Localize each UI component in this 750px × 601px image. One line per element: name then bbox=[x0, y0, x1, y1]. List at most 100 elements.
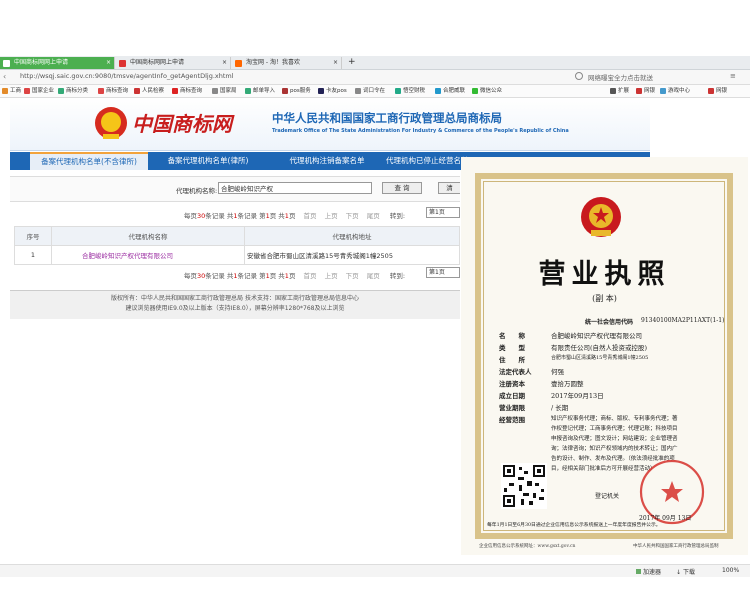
gsxt-url: 企业信用信息公示系统网址：www.gsxt.gov.cn bbox=[479, 544, 576, 549]
bookmark-item[interactable]: pos服务 bbox=[282, 86, 311, 94]
header-name: 代理机构名称 bbox=[51, 226, 245, 246]
field-label: 法定代表人 bbox=[499, 368, 532, 376]
back-icon[interactable]: ‹ bbox=[3, 72, 12, 81]
header-no: 序号 bbox=[14, 226, 52, 246]
pager-bottom: 每页30条记录 共1条记录 第1页 共1页 首页 上页 下页 尾页 转到: bbox=[184, 272, 406, 280]
bookmark-item[interactable]: 工商 bbox=[2, 86, 21, 94]
bookmark-item[interactable]: 合肥威联 bbox=[435, 86, 465, 94]
credit-code-label: 统一社会信用代码 bbox=[585, 319, 634, 326]
bookmark-item[interactable]: 词口令在 bbox=[355, 86, 385, 94]
bookmark-icon bbox=[318, 88, 324, 94]
browser-tab-active[interactable]: 中国商标网网上申请 × bbox=[0, 57, 115, 69]
url-input[interactable]: http://wsqj.saic.gov.cn:9080/tmsve/agent… bbox=[20, 72, 234, 80]
bank-item[interactable]: 网银 bbox=[636, 86, 655, 94]
bookmark-item[interactable]: 商标查询 bbox=[172, 86, 202, 94]
field-value: 有限责任公司(自然人投资或控股) bbox=[551, 344, 648, 352]
bank-item-2[interactable]: 网银 bbox=[708, 86, 727, 94]
next-page-link[interactable]: 下页 bbox=[346, 212, 359, 220]
annual-report-notice: 每年1月1日至6月30日通过企业信用信息公示系统报送上一年度年度报告并公示。 bbox=[487, 523, 661, 528]
bookmark-icon bbox=[435, 88, 441, 94]
query-button[interactable]: 查 询 bbox=[382, 182, 422, 194]
certificate-copy-label: (副 本) bbox=[592, 294, 617, 303]
address-bar: ‹ http://wsqj.saic.gov.cn:9080/tmsve/age… bbox=[0, 70, 750, 85]
field-label: 类 型 bbox=[499, 344, 525, 352]
tab-label: 淘宝网 - 淘！我喜欢 bbox=[246, 59, 300, 66]
bookmark-item[interactable]: 商标查询 bbox=[98, 86, 128, 94]
national-emblem-icon bbox=[581, 197, 621, 237]
results-table: 序号 代理机构名称 代理机构地址 1 合肥峻岭知识产权代理有限公司 安徽省合肥市… bbox=[14, 226, 460, 265]
page-footer: 版权所有：中华人民共和国国家工商行政管理总局 技术支持：国家工商行政管理总局信息… bbox=[10, 290, 460, 319]
accelerator-item[interactable]: 加速器 bbox=[636, 567, 661, 576]
bookmark-icon bbox=[172, 88, 178, 94]
bookmark-item[interactable]: 国家企业 bbox=[24, 86, 54, 94]
field-value: 知识产权事务代理；商标、版权、专利事务代理；著 bbox=[551, 416, 678, 422]
bookmark-item[interactable]: 微信公众 bbox=[472, 86, 502, 94]
tab-agents-cancelled[interactable]: 代理机构注销备案名单 bbox=[272, 152, 382, 170]
pager-top: 每页30条记录 共1条记录 第1页 共1页 首页 上页 下页 尾页 转到: bbox=[184, 212, 406, 220]
registration-authority: 登记机关 bbox=[595, 493, 620, 500]
bookmark-icon bbox=[134, 88, 140, 94]
extensions-item[interactable]: 扩展 bbox=[610, 86, 629, 94]
bookmark-item[interactable]: 人民检察 bbox=[134, 86, 164, 94]
bookmark-item[interactable]: 邮单导入 bbox=[245, 86, 275, 94]
first-page-link[interactable]: 首页 bbox=[304, 272, 317, 280]
bank-icon bbox=[636, 88, 642, 94]
menu-icon[interactable]: ≡ bbox=[730, 72, 736, 80]
site-banner: 中国商标网 中华人民共和国国家工商行政管理总局商标局 Trademark Off… bbox=[10, 98, 650, 151]
browser-tab[interactable]: 淘宝网 - 淘！我喜欢 × bbox=[232, 57, 342, 69]
table-row: 1 合肥峻岭知识产权代理有限公司 安徽省合肥市蜀山区清溪路15号青秀城阁1幢25… bbox=[14, 245, 460, 265]
zoom-level[interactable]: 100% bbox=[722, 567, 739, 574]
next-page-link[interactable]: 下页 bbox=[346, 272, 359, 280]
download-item[interactable]: ↓ 下载 bbox=[676, 567, 695, 576]
bookmark-item[interactable]: 商标分类 bbox=[58, 86, 88, 94]
close-tab-icon[interactable]: × bbox=[106, 57, 111, 69]
browser-tab-bar: 中国商标网网上申请 × 中国商标网网上申请 × 淘宝网 - 淘！我喜欢 × + bbox=[0, 56, 750, 70]
close-tab-icon[interactable]: × bbox=[222, 57, 227, 69]
field-value: 2017年09月13日 bbox=[551, 392, 604, 400]
field-value: 何强 bbox=[551, 368, 564, 376]
tab-agents-law[interactable]: 备案代理机构名单(律所) bbox=[158, 152, 258, 170]
agent-name-input[interactable]: 合肥峻岭知识产权 bbox=[218, 182, 372, 194]
bookmark-icon bbox=[212, 88, 218, 94]
site-title: 中华人民共和国国家工商行政管理总局商标局 bbox=[272, 111, 502, 125]
search-hint[interactable]: 网络曝宝全力点击就送 bbox=[588, 72, 653, 82]
site-logo[interactable]: 中国商标网 bbox=[132, 108, 232, 137]
prev-page-link[interactable]: 上页 bbox=[325, 212, 338, 220]
scope-line: 申报咨询及代理；图文设计；网站建设；企业管理咨 bbox=[551, 436, 678, 442]
prev-page-link[interactable]: 上页 bbox=[325, 272, 338, 280]
footer-browser-hint: 建议浏览器使用IE9.0及以上版本（支持IE8.0），屏幕分辨率1280*768… bbox=[125, 305, 345, 312]
first-page-link[interactable]: 首页 bbox=[304, 212, 317, 220]
goto-label: 转到: bbox=[389, 212, 406, 220]
certificate-title: 营业执照 bbox=[538, 259, 671, 290]
business-license-image: 营业执照 (副 本) 统一社会信用代码 91340100MA2P11AXT(1-… bbox=[461, 157, 748, 555]
issuer-footer: 中华人民共和国国家工商行政管理总局监制 bbox=[633, 544, 719, 549]
bookmark-icon bbox=[24, 88, 30, 94]
field-label: 成立日期 bbox=[499, 392, 525, 400]
agent-address: 安徽省合肥市蜀山区清溪路15号青秀城阁1幢2505 bbox=[244, 245, 460, 265]
tab-agents-no-law[interactable]: 备案代理机构名单(不含律所) bbox=[30, 152, 148, 170]
last-page-link[interactable]: 尾页 bbox=[367, 212, 380, 220]
bookmark-icon bbox=[245, 88, 251, 94]
page-select[interactable]: 第1页 bbox=[426, 207, 460, 218]
bookmark-icon bbox=[2, 88, 8, 94]
bookmark-item[interactable]: 国家局 bbox=[212, 86, 237, 94]
browser-tab[interactable]: 中国商标网网上申请 × bbox=[116, 57, 231, 69]
scope-line: 作权登记代理；工商事务代理；代理记账；科技项目 bbox=[551, 426, 678, 432]
header-address: 代理机构地址 bbox=[244, 226, 460, 246]
new-tab-button[interactable]: + bbox=[348, 56, 356, 68]
page-select[interactable]: 第1页 bbox=[426, 267, 460, 278]
browser-status-bar: 加速器 ↓ 下载 100% bbox=[0, 564, 750, 577]
last-page-link[interactable]: 尾页 bbox=[367, 272, 380, 280]
search-icon[interactable] bbox=[575, 72, 583, 80]
footer-copyright: 版权所有：中华人民共和国国家工商行政管理总局 技术支持：国家工商行政管理总局信息… bbox=[111, 295, 359, 302]
agent-name-link[interactable]: 合肥峻岭知识产权代理有限公司 bbox=[51, 245, 245, 265]
download-icon: ↓ bbox=[676, 569, 682, 576]
search-row: 代理机构名称: 合肥峻岭知识产权 查 询 清 bbox=[10, 176, 460, 202]
game-center-item[interactable]: 游戏中心 bbox=[660, 86, 690, 94]
reset-button[interactable]: 清 bbox=[438, 182, 460, 194]
bookmark-item[interactable]: 卡友pos bbox=[318, 86, 347, 94]
bookmark-item[interactable]: 悟空财税 bbox=[395, 86, 425, 94]
close-tab-icon[interactable]: × bbox=[333, 57, 338, 69]
site-favicon-icon bbox=[119, 60, 126, 67]
bookmark-icon bbox=[98, 88, 104, 94]
